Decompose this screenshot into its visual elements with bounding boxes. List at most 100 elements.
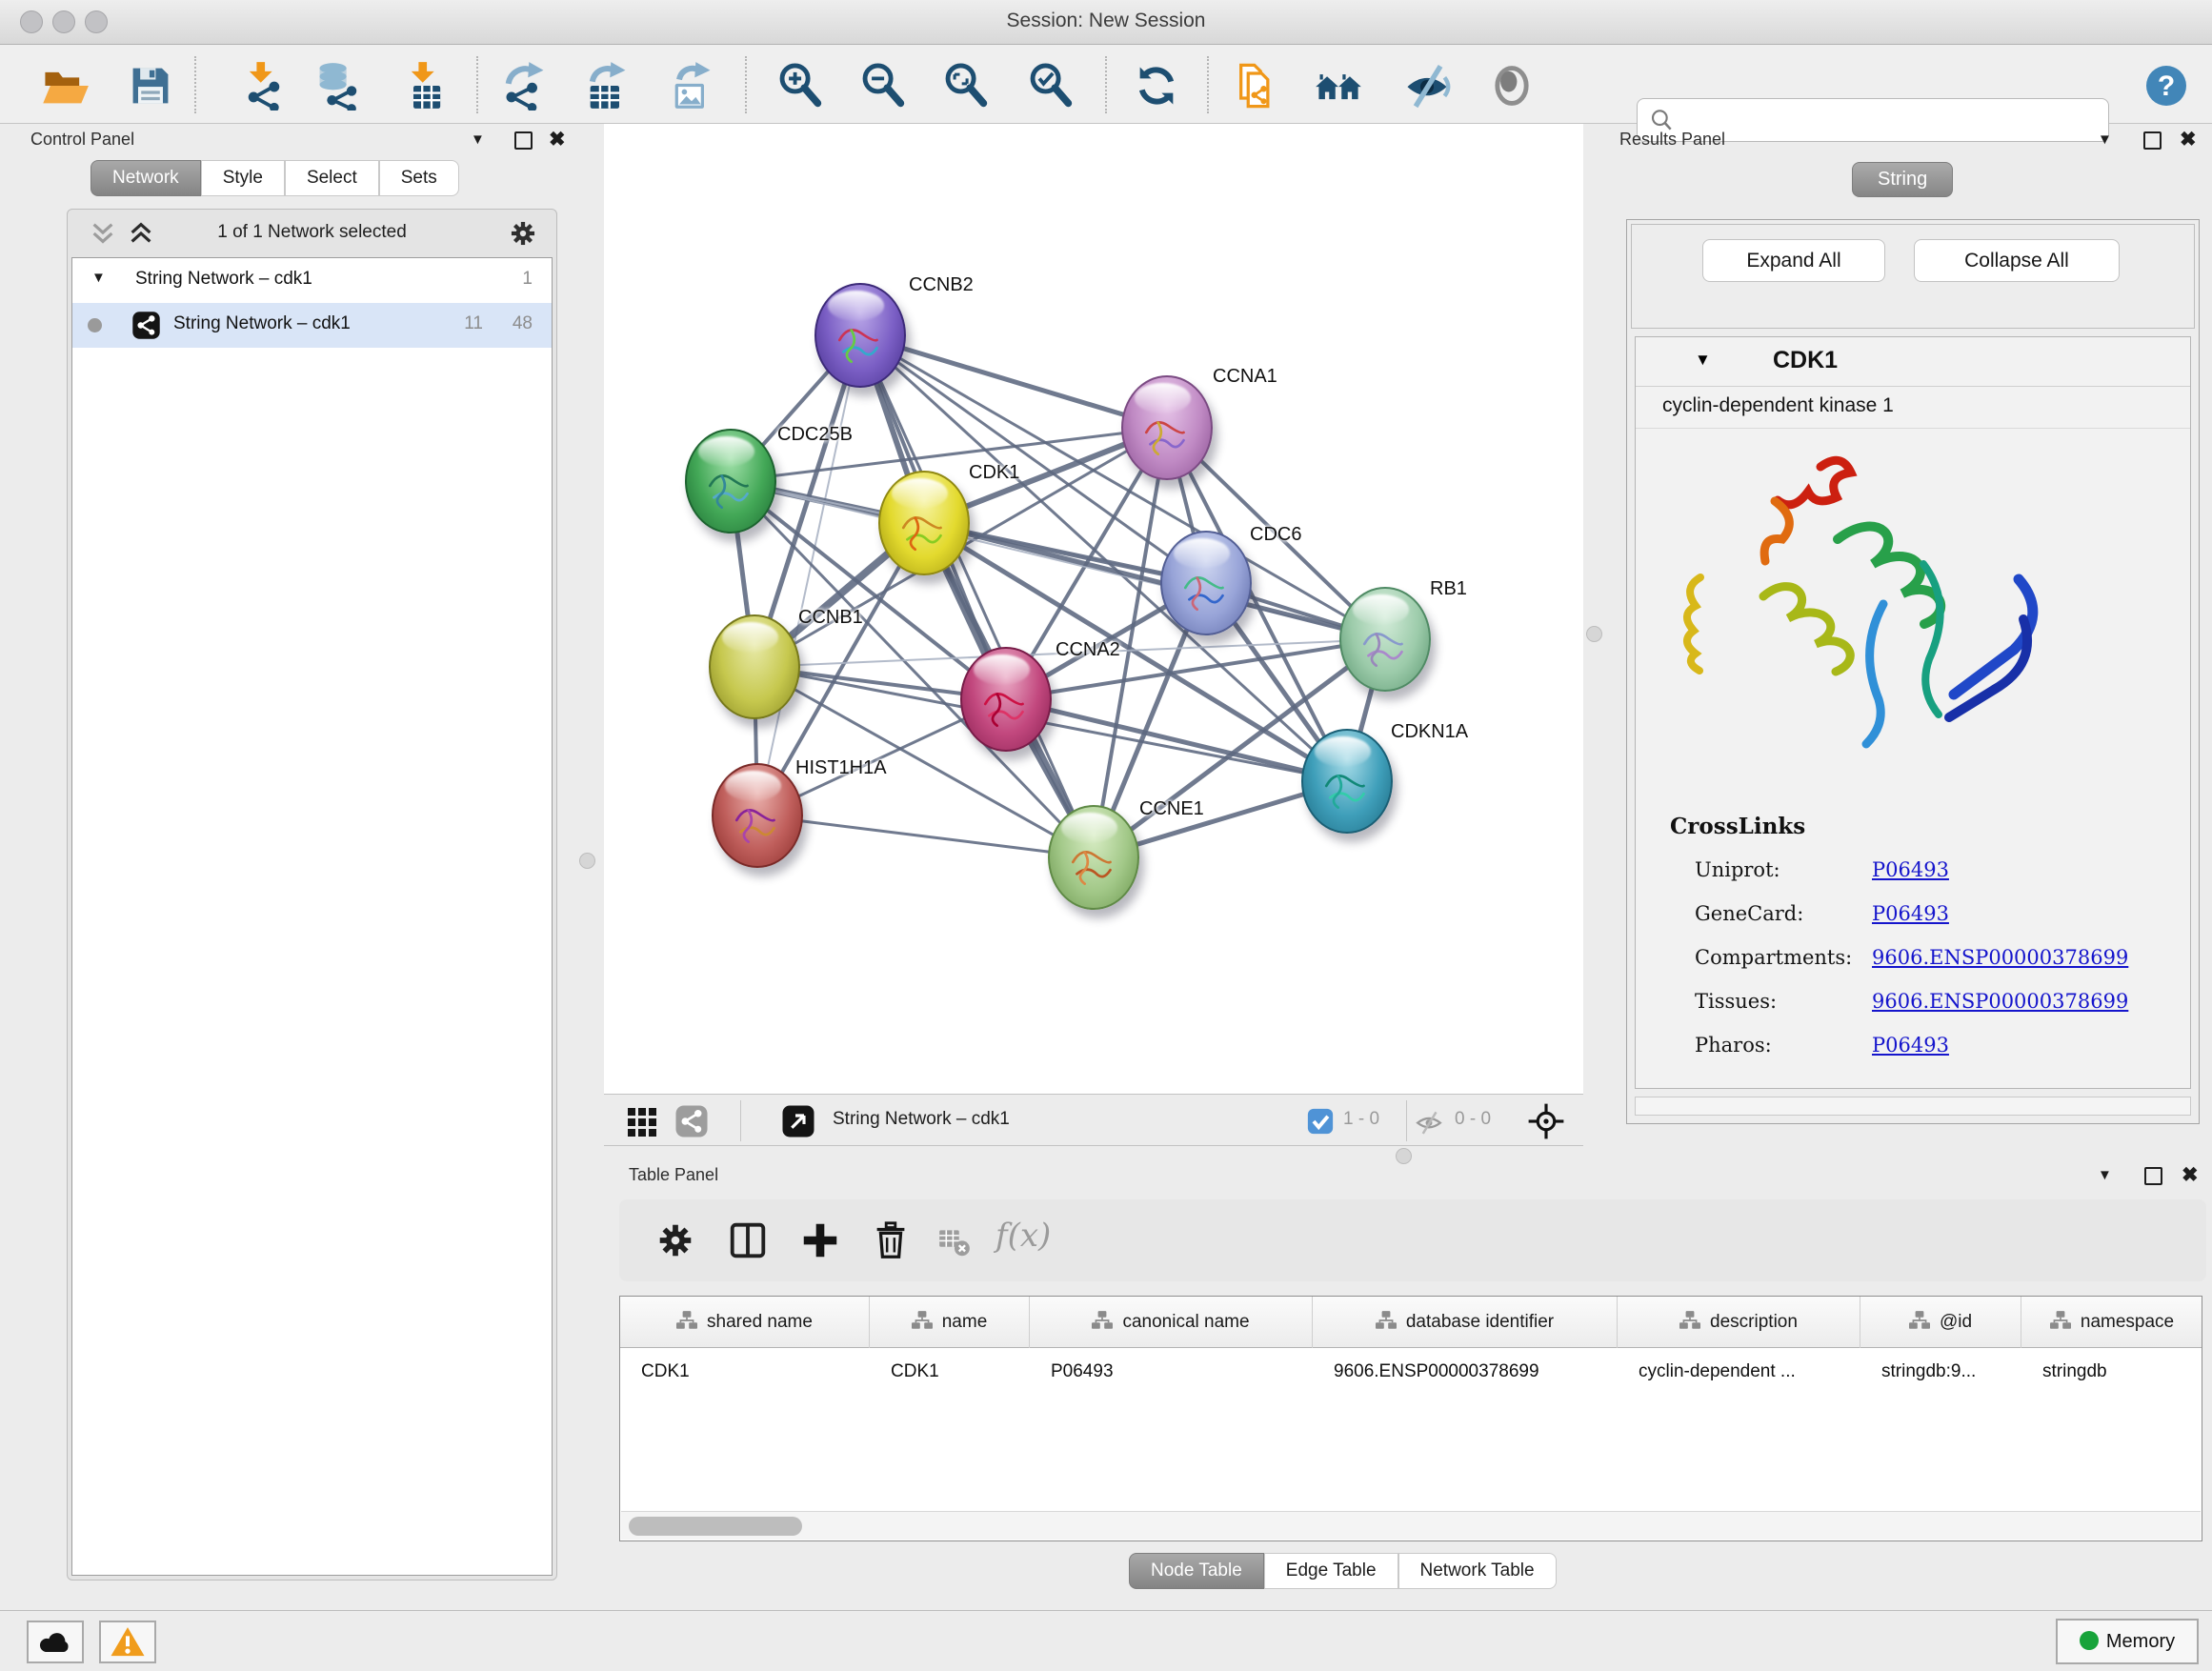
network-edge-count: 48: [513, 313, 533, 334]
panel-menu-icon[interactable]: ▼: [2098, 131, 2112, 148]
column-header-database-identifier[interactable]: database identifier: [1313, 1297, 1618, 1348]
crosslink-row: Tissues:9606.ENSP00000378699: [1670, 984, 2181, 1028]
help-button[interactable]: ?: [2143, 63, 2189, 109]
birds-eye-view-icon[interactable]: [781, 1104, 815, 1138]
crosslink-link[interactable]: P06493: [1872, 1034, 1949, 1057]
crosslink-link[interactable]: P06493: [1872, 858, 1949, 881]
zoom-fit-icon[interactable]: [941, 61, 991, 111]
panel-close-icon[interactable]: ✖: [2180, 128, 2197, 151]
duplicate-network-icon[interactable]: [1233, 61, 1282, 111]
scrollbar-thumb[interactable]: [629, 1517, 802, 1536]
network-options-gear-icon[interactable]: [507, 217, 539, 250]
save-session-icon[interactable]: [126, 61, 175, 111]
zoom-in-icon[interactable]: [775, 61, 825, 111]
tab-sets[interactable]: Sets: [379, 160, 459, 196]
node-CCNE1[interactable]: [1048, 805, 1139, 910]
column-header-namespace[interactable]: namespace: [2021, 1297, 2202, 1348]
panel-close-icon[interactable]: ✖: [2182, 1163, 2199, 1187]
cell-database-identifier[interactable]: 9606.ENSP00000378699: [1313, 1348, 1618, 1396]
table-row[interactable]: CDK1CDK1P064939606.ENSP00000378699cyclin…: [620, 1348, 2202, 1396]
selected-nodes-checkbox-icon[interactable]: [1307, 1108, 1334, 1135]
cloud-button[interactable]: [27, 1621, 84, 1663]
cell--id[interactable]: stringdb:9...: [1860, 1348, 2021, 1396]
import-table-icon[interactable]: [401, 61, 451, 111]
memory-button[interactable]: Memory: [2056, 1619, 2199, 1664]
export-network-icon[interactable]: [500, 61, 550, 111]
column-header-canonical-name[interactable]: canonical name: [1030, 1297, 1313, 1348]
export-table-icon[interactable]: [582, 61, 632, 111]
tab-node-table[interactable]: Node Table: [1129, 1553, 1264, 1589]
open-session-icon[interactable]: [40, 61, 90, 111]
cell-name[interactable]: CDK1: [870, 1348, 1030, 1396]
table-options-gear-icon[interactable]: [654, 1218, 697, 1262]
column-header-description[interactable]: description: [1618, 1297, 1860, 1348]
cell-shared-name[interactable]: CDK1: [620, 1348, 870, 1396]
panel-close-icon[interactable]: ✖: [549, 128, 566, 151]
tab-string[interactable]: String: [1852, 162, 1953, 197]
network-edges[interactable]: [604, 124, 1583, 1094]
network-view-canvas[interactable]: CCNB2CCNA1CDC25BCDK1CDC6RB1CCNB1CCNA2CDK…: [604, 124, 1583, 1094]
right-splitter-handle[interactable]: [1586, 626, 1602, 642]
node-CCNA1[interactable]: [1121, 375, 1213, 480]
expand-all-button[interactable]: Expand All: [1702, 239, 1885, 282]
node-CCNB1[interactable]: [709, 614, 800, 719]
edge-CCNB2-CCNA1[interactable]: [860, 335, 1167, 428]
section-collapse-icon[interactable]: ▼: [1695, 351, 1711, 370]
network-collection-row[interactable]: ▼ String Network – cdk1 1: [72, 258, 552, 303]
gene-section-header[interactable]: ▼ CDK1: [1636, 337, 2190, 387]
grid-view-icon[interactable]: [625, 1104, 659, 1138]
import-network-icon[interactable]: [239, 61, 289, 111]
node-CDC6[interactable]: [1160, 531, 1252, 635]
create-column-plus-icon[interactable]: [798, 1218, 842, 1262]
panel-float-icon[interactable]: [514, 131, 533, 150]
crosslink-link[interactable]: P06493: [1872, 902, 1949, 925]
zoom-selected-icon[interactable]: [1026, 61, 1076, 111]
cell-canonical-name[interactable]: P06493: [1030, 1348, 1313, 1396]
zoom-out-icon[interactable]: [858, 61, 908, 111]
crosslink-link[interactable]: 9606.ENSP00000378699: [1872, 946, 2128, 969]
panel-float-icon[interactable]: [2143, 131, 2162, 150]
edge-CCNB2-CCNE1[interactable]: [860, 335, 1094, 857]
node-label-CCNB1: CCNB1: [798, 607, 863, 629]
left-splitter-handle[interactable]: [579, 853, 595, 869]
node-CDC25B[interactable]: [685, 429, 776, 534]
export-image-icon[interactable]: [667, 61, 716, 111]
edge-CCNB2-HIST1H1A[interactable]: [757, 335, 860, 815]
network-row[interactable]: String Network – cdk1 11 48: [72, 303, 552, 348]
refresh-icon[interactable]: [1132, 61, 1181, 111]
column-header-shared-name[interactable]: shared name: [620, 1297, 870, 1348]
column-header--id[interactable]: @id: [1860, 1297, 2021, 1348]
warnings-button[interactable]: [99, 1621, 156, 1663]
column-header-name[interactable]: name: [870, 1297, 1030, 1348]
tab-network-table[interactable]: Network Table: [1398, 1553, 1557, 1589]
fit-content-crosshair-icon[interactable]: [1526, 1101, 1566, 1141]
panel-float-icon[interactable]: [2144, 1167, 2162, 1185]
node-CDKN1A[interactable]: [1301, 729, 1393, 834]
crosslink-row: Uniprot:P06493: [1670, 853, 2181, 896]
network-badge-gray-icon[interactable]: [674, 1104, 709, 1138]
tab-style[interactable]: Style: [201, 160, 285, 196]
node-HIST1H1A[interactable]: [712, 763, 803, 868]
panel-menu-icon[interactable]: ▼: [2098, 1167, 2112, 1183]
tab-select[interactable]: Select: [285, 160, 379, 196]
collapse-all-button[interactable]: Collapse All: [1914, 239, 2120, 282]
cell-description[interactable]: cyclin-dependent ...: [1618, 1348, 1860, 1396]
edge-CDK1-RB1[interactable]: [924, 523, 1385, 639]
delete-column-trash-icon[interactable]: [869, 1218, 913, 1262]
import-network-from-database-icon[interactable]: [313, 61, 363, 111]
node-CCNA2[interactable]: [960, 647, 1052, 752]
edge-HIST1H1A-CCNE1[interactable]: [757, 815, 1094, 857]
hide-unhide-icon[interactable]: [1402, 61, 1452, 111]
horizontal-scrollbar[interactable]: [621, 1511, 2201, 1540]
panel-menu-icon[interactable]: ▼: [471, 131, 485, 148]
node-CCNB2[interactable]: [814, 283, 906, 388]
node-RB1[interactable]: [1339, 587, 1431, 692]
crosslink-link[interactable]: 9606.ENSP00000378699: [1872, 990, 2128, 1013]
tab-network[interactable]: Network: [90, 160, 201, 196]
tab-edge-table[interactable]: Edge Table: [1264, 1553, 1398, 1589]
home-networks-icon[interactable]: [1314, 61, 1363, 111]
cell-namespace[interactable]: stringdb: [2021, 1348, 2202, 1396]
show-columns-icon[interactable]: [726, 1218, 770, 1262]
node-CDK1[interactable]: [878, 471, 970, 575]
collection-expand-icon[interactable]: ▼: [91, 270, 106, 286]
